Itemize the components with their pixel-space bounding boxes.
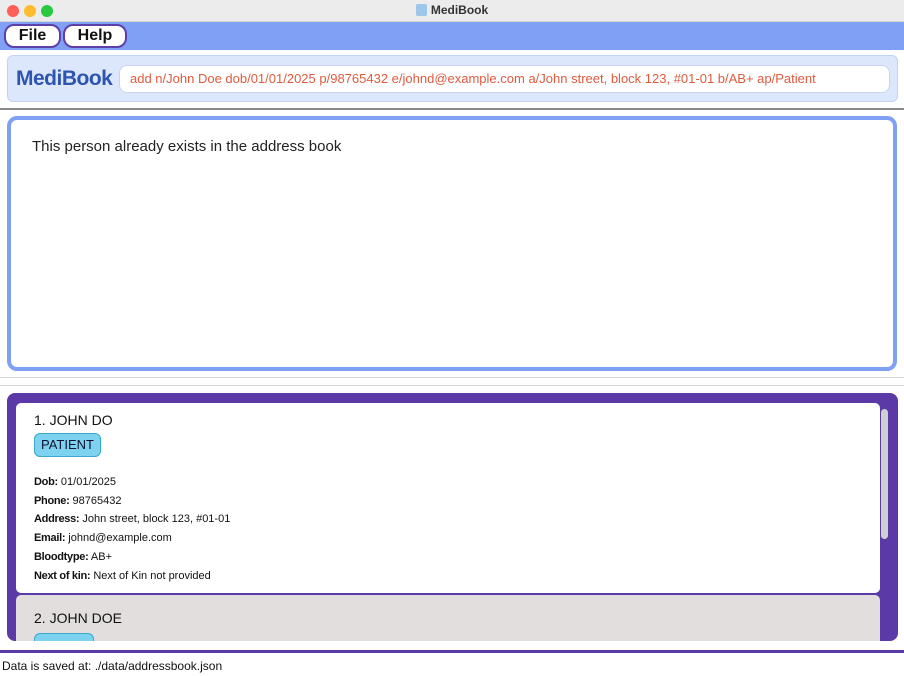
address-field: Address: John street, block 123, #01-01 — [34, 510, 230, 529]
field-value: John street, block 123, #01-01 — [82, 513, 231, 526]
field-label: Phone: — [34, 494, 70, 507]
field-label: Dob: — [34, 476, 58, 488]
field-value: Next of Kin not provided — [93, 569, 211, 582]
divider — [0, 385, 904, 386]
file-menu[interactable]: File — [4, 24, 61, 48]
bloodtype-field: Bloodtype: AB+ — [34, 548, 230, 567]
email-field: Email: johnd@example.com — [34, 529, 230, 548]
help-menu[interactable]: Help — [63, 24, 127, 48]
person-card[interactable]: 1. JOHN DO PATIENT Dob: 01/01/2025 Phone… — [16, 403, 880, 593]
field-label: Address: — [34, 513, 80, 526]
phone-field: Phone: 98765432 — [34, 492, 230, 511]
person-index: 2. — [34, 610, 46, 626]
person-name-text: JOHN DOE — [49, 610, 122, 626]
list-scrollbar[interactable] — [881, 409, 888, 539]
window-titlebar: MediBook — [0, 0, 904, 22]
person-tag: PATIENT — [34, 433, 101, 457]
field-value: 01/01/2025 — [60, 476, 116, 488]
window-title: MediBook — [0, 3, 904, 17]
app-icon — [415, 4, 427, 16]
person-details: Dob: 01/01/2025 Phone: 98765432 Address:… — [34, 473, 230, 585]
person-card[interactable]: 2. JOHN DOE — [16, 595, 880, 641]
command-bar: MediBook add n/John Doe dob/01/01/2025 p… — [7, 55, 898, 102]
person-name: 2. JOHN DOE — [34, 610, 122, 626]
field-value: 98765432 — [72, 494, 122, 507]
app-brand-label: MediBook — [16, 67, 113, 90]
next-of-kin-field: Next of kin: Next of Kin not provided — [34, 567, 230, 586]
result-message: This person already exists in the addres… — [32, 138, 342, 155]
save-location-status: Data is saved at: ./data/addressbook.jso… — [2, 659, 223, 673]
status-bar: Data is saved at: ./data/addressbook.jso… — [0, 653, 904, 676]
person-index: 1. — [34, 412, 46, 428]
result-display[interactable]: This person already exists in the addres… — [7, 116, 897, 371]
field-label: Next of kin: — [34, 569, 91, 582]
command-input[interactable]: add n/John Doe dob/01/01/2025 p/98765432… — [119, 65, 890, 93]
person-name-text: JOHN DO — [49, 412, 113, 428]
divider — [0, 108, 904, 110]
person-tag — [34, 633, 94, 641]
field-label: Email: — [34, 532, 66, 545]
field-value: AB+ — [90, 550, 113, 563]
window-title-text: MediBook — [430, 3, 489, 17]
person-name: 1. JOHN DO — [34, 412, 113, 428]
field-label: Bloodtype: — [34, 550, 89, 563]
divider — [0, 377, 904, 378]
menu-bar: File Help — [0, 22, 904, 50]
dob-field: Dob: 01/01/2025 — [34, 473, 230, 492]
field-value: johnd@example.com — [68, 532, 172, 545]
person-list-panel[interactable]: 1. JOHN DO PATIENT Dob: 01/01/2025 Phone… — [7, 393, 898, 641]
